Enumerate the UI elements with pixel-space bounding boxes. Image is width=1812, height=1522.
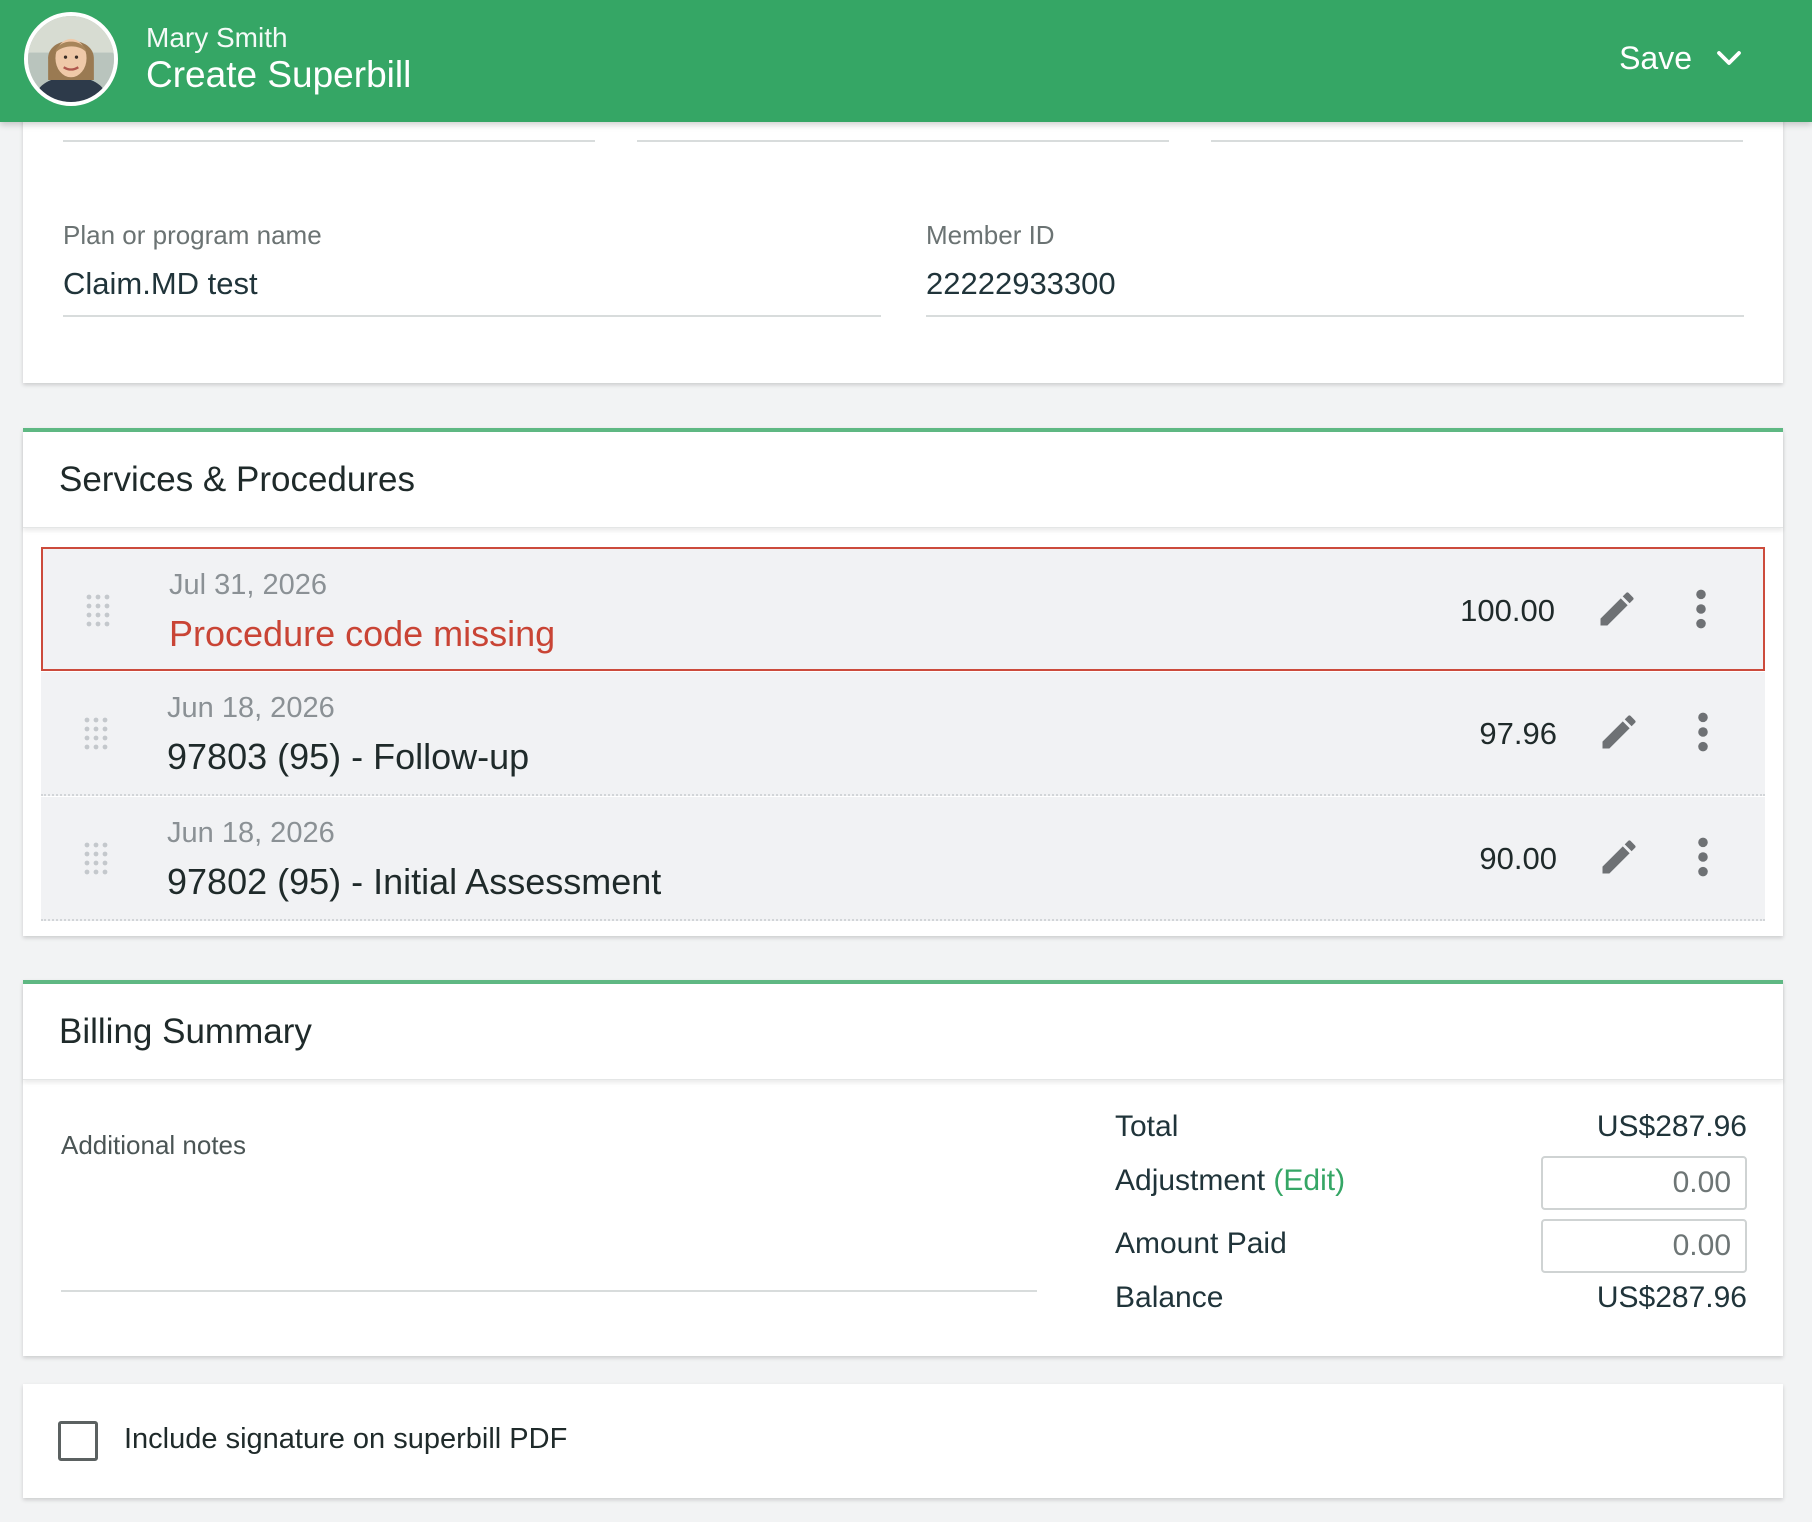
service-row[interactable]: Jul 31, 2026 Procedure code missing 100.… [41, 547, 1765, 671]
service-amount: 97.96 [1479, 716, 1557, 751]
service-description: 97803 (95) - Follow-up [167, 736, 530, 777]
drag-handle-icon[interactable] [83, 841, 109, 877]
total-label: Total [1115, 1110, 1179, 1143]
client-name: Mary Smith [146, 22, 288, 53]
balance-label: Balance [1115, 1281, 1224, 1314]
billing-card: Billing Summary Additional notes Total U… [23, 980, 1783, 1356]
save-button[interactable]: Save [1619, 36, 1744, 80]
service-amount: 100.00 [1460, 593, 1555, 628]
signature-label[interactable]: Include signature on superbill PDF [124, 1423, 567, 1456]
amount-paid-input[interactable] [1541, 1219, 1747, 1273]
adjustment-input[interactable] [1541, 1156, 1747, 1210]
adjustment-label: Adjustment (Edit) [1115, 1164, 1345, 1198]
service-date: Jun 18, 2026 [167, 817, 335, 849]
save-label: Save [1619, 39, 1692, 76]
signature-card: Include signature on superbill PDF [23, 1384, 1783, 1498]
member-id-underline [926, 315, 1744, 317]
service-date: Jun 18, 2026 [167, 692, 335, 724]
drag-handle-icon[interactable] [83, 716, 109, 752]
field-underline [637, 140, 1169, 142]
adjustment-edit-link[interactable]: (Edit) [1273, 1164, 1345, 1197]
drag-handle-icon[interactable] [85, 593, 111, 629]
signature-checkbox[interactable] [58, 1421, 98, 1461]
more-vertical-icon[interactable] [1691, 835, 1715, 879]
services-title: Services & Procedures [59, 460, 415, 499]
page-title: Create Superbill [146, 54, 412, 95]
billing-header: Billing Summary [23, 984, 1783, 1080]
service-amount: 90.00 [1479, 841, 1557, 876]
pencil-icon[interactable] [1597, 835, 1641, 879]
avatar[interactable] [24, 12, 118, 106]
service-error-text: Procedure code missing [169, 613, 556, 654]
additional-notes-field[interactable] [61, 1290, 1037, 1292]
more-vertical-icon[interactable] [1691, 710, 1715, 754]
more-vertical-icon[interactable] [1689, 587, 1713, 631]
service-row[interactable]: Jun 18, 2026 97803 (95) - Follow-up 97.9… [41, 672, 1765, 796]
avatar-photo [28, 16, 114, 102]
pencil-icon[interactable] [1595, 587, 1639, 631]
chevron-down-icon[interactable] [1714, 43, 1744, 73]
balance-value: US$287.96 [1596, 1281, 1747, 1314]
plan-name-underline [63, 315, 881, 317]
insurance-card: Plan or program name Claim.MD test Membe… [23, 110, 1783, 383]
billing-title: Billing Summary [59, 1012, 312, 1051]
app-header: Mary Smith Create Superbill Save [0, 0, 1812, 122]
services-card: Services & Procedures Jul 31, 2026 Proce… [23, 428, 1783, 936]
adjustment-label-text: Adjustment [1115, 1164, 1266, 1197]
service-date: Jul 31, 2026 [169, 569, 328, 601]
additional-notes-label: Additional notes [61, 1130, 247, 1160]
plan-name-field[interactable]: Claim.MD test [63, 266, 258, 302]
superbill-page: { "header": { "client_name": "Mary Smith… [0, 0, 1812, 1522]
field-underline [63, 140, 595, 142]
plan-name-label: Plan or program name [63, 220, 322, 250]
member-id-field[interactable]: 22222933300 [926, 266, 1116, 302]
service-row[interactable]: Jun 18, 2026 97802 (95) - Initial Assess… [41, 797, 1765, 921]
field-underline [1211, 140, 1743, 142]
service-description: 97802 (95) - Initial Assessment [167, 861, 662, 902]
pencil-icon[interactable] [1597, 710, 1641, 754]
total-value: US$287.96 [1596, 1110, 1747, 1143]
member-id-label: Member ID [926, 220, 1055, 250]
amount-paid-label: Amount Paid [1115, 1227, 1287, 1260]
services-header: Services & Procedures [23, 432, 1783, 528]
